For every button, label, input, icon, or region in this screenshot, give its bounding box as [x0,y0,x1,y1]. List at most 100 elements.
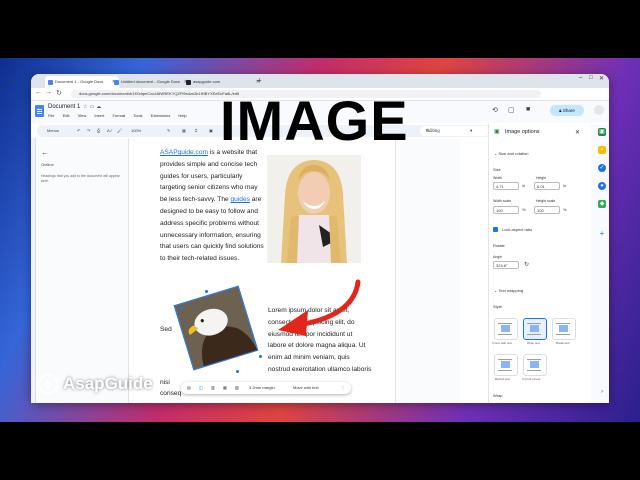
tab-label: Untitled document - Google Docs [121,79,180,84]
close-window-icon[interactable]: ✕ [599,75,604,82]
wrap-text-option[interactable] [523,318,547,340]
border-icon[interactable]: ▦ [182,125,186,137]
text-wrapping-toggle[interactable]: ⌄ Text wrapping [494,288,523,293]
spellcheck-icon[interactable]: A✓ [107,125,113,137]
height-label: Height [536,176,547,180]
woman-portrait-image[interactable] [267,155,361,263]
zoom-select[interactable]: 100% [131,125,141,137]
resize-handle[interactable] [180,307,183,310]
menu-edit[interactable]: Edit [63,113,70,118]
resize-handle[interactable] [236,370,239,373]
guides-link[interactable]: guides [231,196,250,203]
width-label: Width [493,176,502,180]
contacts-icon[interactable]: ● [598,182,606,190]
move-with-text-select[interactable]: Move with text [293,382,319,394]
lock-aspect-label: Lock aspect ratio [502,227,533,232]
editing-label: Editing [426,128,440,133]
front-text-icon[interactable]: ▧ [235,382,239,394]
margin-select[interactable]: 3.2mm margin [249,382,275,394]
menu-tools[interactable]: Tools [133,113,142,118]
cloud-status-icon[interactable]: ☁ [96,104,103,110]
inline-wrap-icon[interactable]: ▤ [187,382,191,394]
docs-favicon-icon [48,80,53,85]
avatar[interactable] [594,105,604,115]
height-unit: in [563,183,567,188]
red-arrow-annotation [278,279,361,336]
bottom-text-2[interactable]: conseq [160,390,181,397]
intro-paragraph[interactable]: ASAPguide.com is a website that provides… [160,147,266,265]
maps-icon[interactable]: ◆ [598,200,606,208]
keep-icon[interactable]: ▣ [598,128,606,136]
minimize-icon[interactable]: – [579,75,582,81]
lock-aspect-checkbox[interactable] [493,227,498,232]
front-text-option[interactable] [523,354,547,376]
print-icon[interactable]: ⎙ [97,125,100,137]
rotate-90-icon[interactable]: ↻ [524,261,529,268]
redo-icon[interactable]: ↷ [87,125,90,137]
wrap-inline-option[interactable] [494,318,518,340]
forward-icon[interactable]: → [45,89,52,96]
wrap-text-icon[interactable]: ◫ [199,382,203,394]
bottom-text-1[interactable]: nisi [160,379,170,386]
search-menus-field[interactable]: Menus [47,125,59,137]
menu-view[interactable]: View [78,113,87,118]
calendar-icon[interactable]: ▪ [598,146,606,154]
menu-help[interactable]: Help [178,113,186,118]
menu-file[interactable]: File [48,113,54,118]
image-inline-toolbar: ▤ ◫ ▥ ▦ ▧ 3.2mm margin Move with text ⋮ [181,382,351,394]
wrap-option-label: Behind text [495,377,511,381]
reload-icon[interactable]: ↻ [56,89,62,97]
behind-text-icon[interactable]: ▦ [223,382,227,394]
docs-logo-icon[interactable] [35,105,44,117]
height-scale-input[interactable]: 100 [534,206,560,214]
size-section-label: Size and rotation [498,151,529,156]
break-text-option[interactable] [552,318,576,340]
menu-insert[interactable]: Insert [94,113,104,118]
angle-input[interactable]: 324.6° [493,261,519,269]
menu-format[interactable]: Format [112,113,125,118]
height-input[interactable]: 6.01 [534,182,560,190]
width-input[interactable]: 4.71 [493,182,519,190]
tasks-icon[interactable]: ✓ [598,164,606,172]
tab-asapguide[interactable]: asapguide.com ✕ [183,76,263,88]
image-options-icon[interactable]: ▣ [209,125,213,137]
history-icon[interactable]: ⟲ [492,106,498,114]
resize-handle[interactable] [259,355,262,358]
sed-text[interactable]: Sed [160,326,172,333]
wrap-option-label: In line with text [492,341,512,345]
editing-mode-button[interactable]: ✎ Editing ▾ [420,126,490,136]
more-options-icon[interactable]: ⋮ [341,382,345,394]
behind-text-option[interactable] [494,354,518,376]
text-wrapping-label: Text wrapping [498,288,524,293]
tab-document-1[interactable]: Document 1 - Google Docs ✕ [45,76,119,88]
tab-untitled-document[interactable]: Untitled document - Google Docs ✕ [111,76,191,88]
outline-title: Outline [41,162,54,167]
outline-hint: Headings that you add to the document wi… [41,174,120,183]
paint-format-icon[interactable]: 🖌︎ [117,125,122,137]
outline-back-icon[interactable]: ← [41,148,49,157]
back-icon[interactable]: ← [35,89,42,96]
width-scale-input[interactable]: 100 [493,206,519,214]
size-section-toggle[interactable]: ⌄ Size and rotation [494,151,529,156]
document-title[interactable]: Document 1 [48,104,80,110]
comments-icon[interactable]: ▢ [508,106,515,114]
expand-panel-icon[interactable]: › [598,388,606,396]
share-button[interactable]: 🔒︎ Share [550,105,584,116]
vertical-ruler [31,138,36,403]
asapguide-link[interactable]: ASAPguide.com [160,149,208,156]
menu-extensions[interactable]: Extensions [151,113,171,118]
meet-icon[interactable]: ■ [526,106,530,113]
back-arrow-icon[interactable]: ← [10,76,18,85]
image-options-icon: ▣ [494,129,500,135]
crop-icon[interactable]: ⌗ [195,125,197,137]
close-panel-icon[interactable]: ✕ [575,129,580,136]
break-text-icon[interactable]: ▥ [211,382,215,394]
rotate-label: Rotate [493,243,505,248]
add-addon-icon[interactable]: + [598,230,606,238]
new-tab-icon[interactable]: + [257,76,262,86]
pencil-icon[interactable]: ✎ [167,125,170,137]
undo-icon[interactable]: ↶ [77,125,80,137]
width-scale-unit: % [522,207,526,212]
resize-handle[interactable] [205,290,208,293]
maximize-icon[interactable]: □ [589,75,593,81]
